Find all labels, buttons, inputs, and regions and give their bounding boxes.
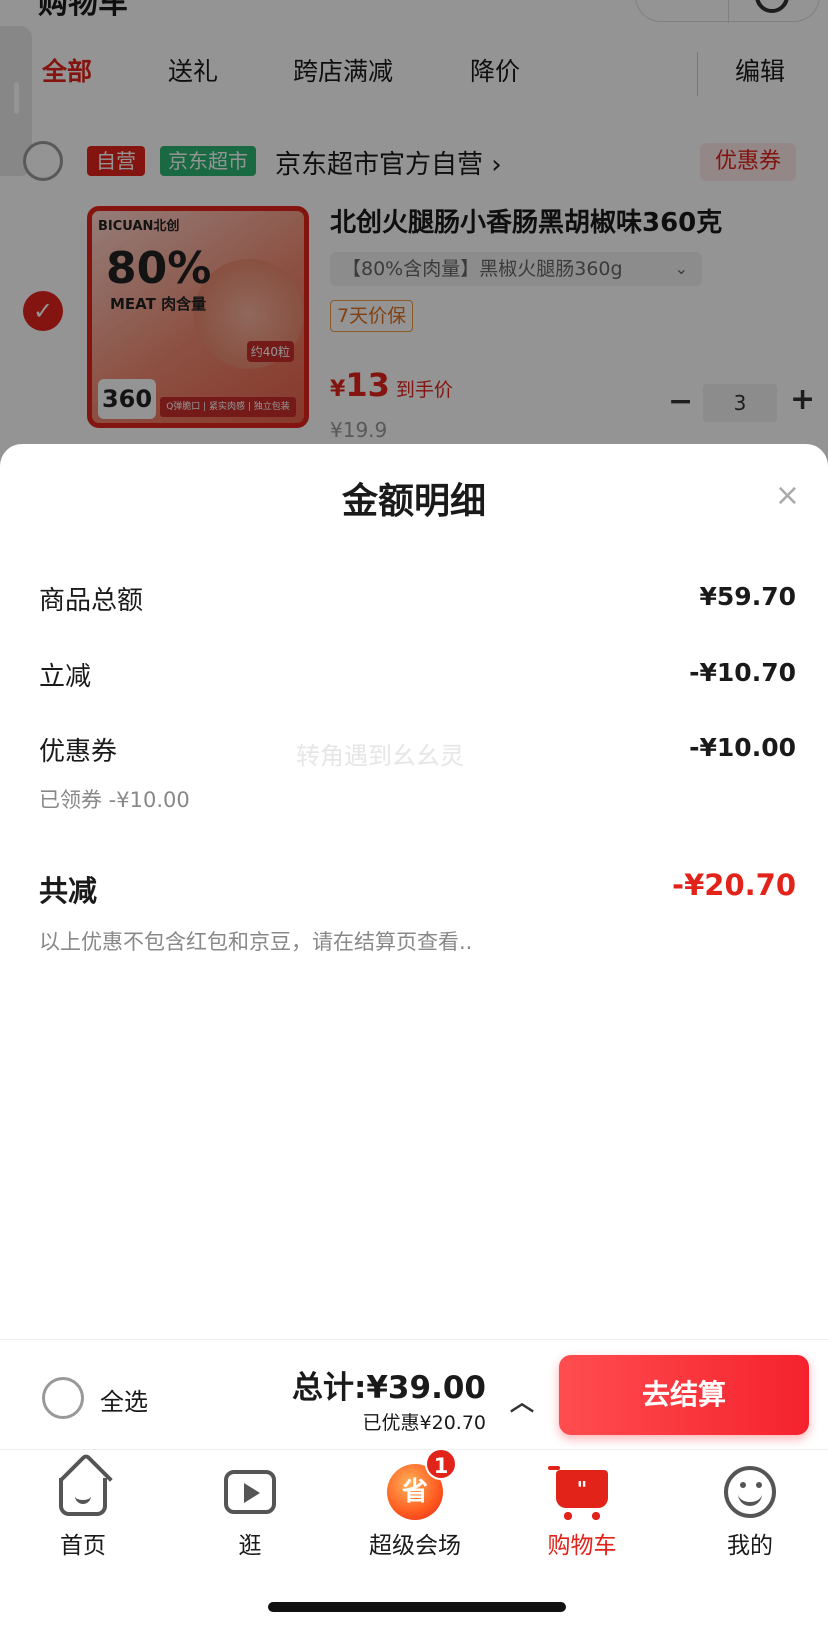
smiley-icon-wrap	[720, 1464, 780, 1520]
tab-home[interactable]: 首页	[13, 1464, 153, 1560]
tab-me-label: 我的	[727, 1533, 773, 1559]
notification-badge: 1	[425, 1448, 457, 1480]
chevron-up-icon[interactable]: ︿	[510, 1382, 534, 1417]
total-discount-label: 共减	[39, 874, 98, 908]
subtotal-label: 商品总额	[39, 586, 144, 616]
modal-overlay[interactable]	[0, 0, 828, 470]
smiley-icon	[724, 1466, 776, 1518]
instant-discount-label: 立减	[39, 662, 92, 692]
home-icon-wrap	[53, 1464, 113, 1520]
select-all-radio[interactable]	[42, 1377, 84, 1419]
tab-browse-label: 逛	[238, 1533, 262, 1559]
tab-browse[interactable]: 逛	[180, 1464, 320, 1560]
home-indicator	[268, 1602, 566, 1612]
video-icon	[224, 1470, 276, 1514]
tab-me[interactable]: 我的	[680, 1464, 820, 1560]
select-all-label[interactable]: 全选	[100, 1382, 148, 1417]
tab-cart[interactable]: " 购物车	[512, 1464, 652, 1560]
sheet-title: 金额明细	[341, 481, 486, 522]
tab-super-venue[interactable]: 省 1 超级会场	[345, 1448, 485, 1560]
coupon-label: 优惠券	[39, 737, 118, 767]
coupon-value: -¥10.00	[689, 733, 796, 762]
instant-discount-value: -¥10.70	[689, 658, 796, 687]
tab-home-label: 首页	[60, 1533, 106, 1559]
tab-cart-label: 购物车	[547, 1533, 617, 1559]
amount-detail-sheet: 金额明细 × 商品总额 ¥59.70 立减 -¥10.70 优惠券 转角遇到幺幺…	[0, 444, 828, 1339]
checkout-bar: 全选 总计:¥39.00 已优惠¥20.70 ︿ 去结算	[0, 1339, 828, 1449]
super-venue-icon-wrap: 省 1	[385, 1448, 457, 1520]
total-discount-value: -¥20.70	[672, 868, 796, 902]
home-icon	[59, 1478, 107, 1516]
checkout-total: 总计:¥39.00	[291, 1370, 486, 1406]
tab-super-venue-label: 超级会场	[369, 1533, 461, 1559]
video-icon-wrap	[220, 1464, 280, 1520]
coupon-detail: 已领券 -¥10.00	[39, 788, 190, 812]
cart-icon-wrap: "	[548, 1464, 612, 1520]
close-icon[interactable]: ×	[775, 478, 800, 513]
discount-note: 以上优惠不包含红包和京豆，请在结算页查看..	[39, 930, 473, 954]
subtotal-value: ¥59.70	[699, 582, 796, 611]
checkout-button[interactable]: 去结算	[559, 1355, 809, 1435]
cart-icon: "	[548, 1466, 608, 1520]
checkout-saved: 已优惠¥20.70	[362, 1412, 486, 1434]
watermark-text: 转角遇到幺幺灵	[296, 742, 464, 770]
